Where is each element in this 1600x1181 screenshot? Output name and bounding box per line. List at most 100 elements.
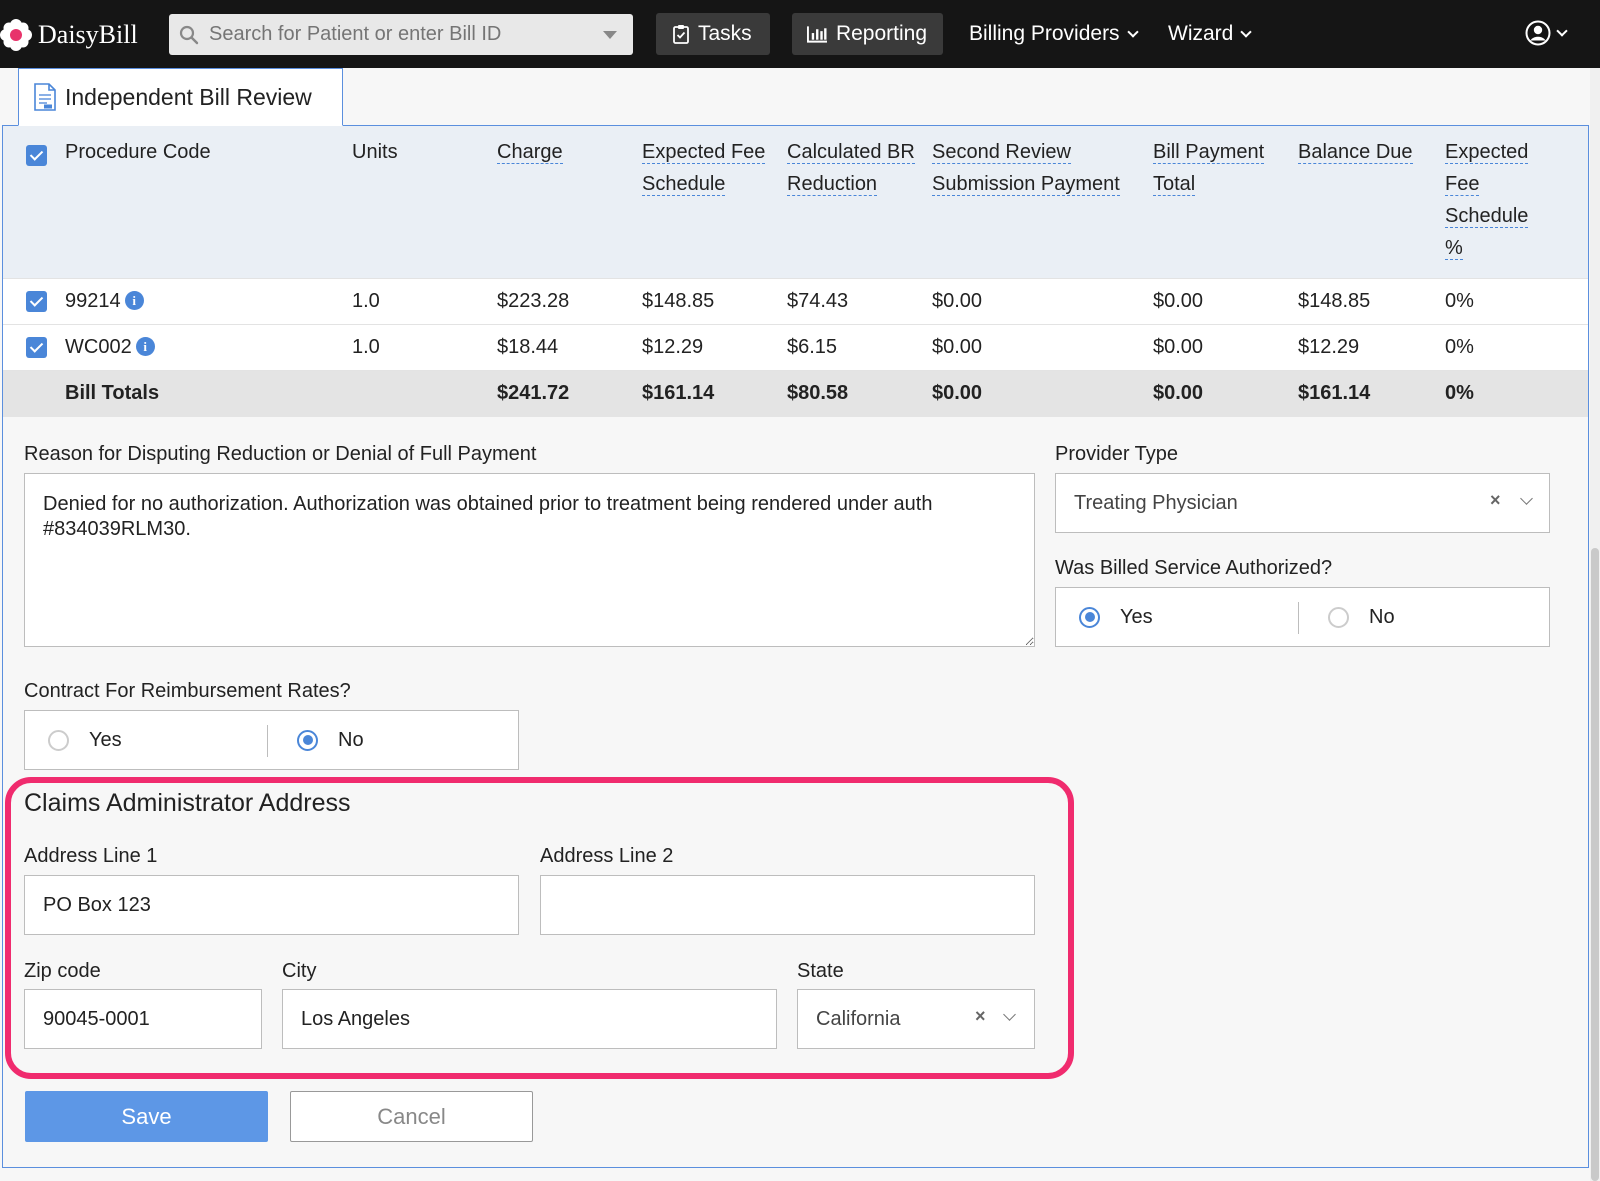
total-bill-payment: $0.00	[1153, 369, 1298, 417]
authorized-no-label: No	[1369, 605, 1395, 628]
procedure-code: WC002	[65, 335, 132, 358]
header-calculated-br-reduction[interactable]: Calculated BR Reduction	[787, 126, 932, 278]
chevron-down-icon	[1556, 24, 1568, 37]
chevron-down-icon[interactable]	[1520, 492, 1533, 505]
provider-type-select[interactable]: Treating Physician ×	[1055, 473, 1550, 533]
header-second-review[interactable]: Second Review Submission Payment	[932, 126, 1153, 278]
zip-label: Zip code	[24, 960, 101, 982]
user-menu[interactable]	[1525, 20, 1568, 46]
state-select[interactable]: California ×	[797, 989, 1035, 1049]
search-input[interactable]	[209, 23, 589, 46]
info-icon[interactable]: i	[124, 290, 144, 310]
header-bill-payment-total[interactable]: Bill Payment Total	[1153, 126, 1298, 278]
balance-due-cell: $12.29	[1298, 323, 1445, 370]
header-balance-due[interactable]: Balance Due	[1298, 126, 1445, 278]
clipboard-check-icon	[673, 25, 689, 44]
authorized-yes-option[interactable]: Yes	[1079, 588, 1153, 646]
radio-yes-selected[interactable]	[1079, 606, 1100, 628]
chevron-down-icon[interactable]	[1003, 1008, 1016, 1021]
total-calc-br: $80.58	[787, 369, 932, 417]
bill-payment-cell: $0.00	[1153, 277, 1298, 324]
charge-cell: $18.44	[497, 323, 642, 370]
balance-due-cell: $148.85	[1298, 277, 1445, 324]
address1-input[interactable]	[24, 875, 519, 935]
wizard-label: Wizard	[1168, 22, 1234, 45]
bar-chart-icon	[807, 26, 827, 43]
reporting-label: Reporting	[835, 22, 927, 45]
units-cell: 1.0	[352, 323, 497, 370]
authorized-no-option[interactable]: No	[1328, 588, 1395, 646]
units-cell: 1.0	[352, 277, 497, 324]
clear-x-icon[interactable]: ×	[975, 1006, 986, 1027]
search-dropdown-caret-icon[interactable]	[603, 31, 617, 39]
radio-divider	[267, 725, 268, 757]
table-header-row: Procedure Code Units Charge Expected Fee…	[3, 126, 1588, 278]
address2-input[interactable]	[540, 875, 1035, 935]
header-expected-fee-schedule[interactable]: Expected Fee Schedule	[642, 126, 787, 278]
authorized-yes-label: Yes	[1120, 605, 1153, 628]
row-checkbox[interactable]	[26, 290, 47, 312]
save-button[interactable]: Save	[25, 1091, 268, 1142]
totals-row: Bill Totals $241.72 $161.14 $80.58 $0.00…	[3, 369, 1588, 417]
info-icon[interactable]: i	[135, 336, 155, 356]
table-row: WC002 i 1.0 $18.44 $12.29 $6.15 $0.00 $0.…	[3, 323, 1588, 370]
tab-label: Independent Bill Review	[65, 83, 312, 110]
tab-independent-bill-review[interactable]: Independent Bill Review	[18, 68, 343, 126]
user-circle-icon	[1525, 20, 1551, 46]
calc-br-cell: $74.43	[787, 277, 932, 324]
wizard-menu[interactable]: Wizard	[1168, 13, 1253, 55]
contract-yes-label: Yes	[89, 728, 122, 751]
procedure-table: Procedure Code Units Charge Expected Fee…	[3, 126, 1588, 417]
billing-providers-menu[interactable]: Billing Providers	[969, 13, 1139, 55]
total-balance-due: $161.14	[1298, 369, 1445, 417]
contract-no-option[interactable]: No	[297, 711, 364, 769]
city-label: City	[282, 960, 317, 982]
app-logo[interactable]: DaisyBill	[0, 18, 138, 52]
tasks-button[interactable]: Tasks	[656, 13, 770, 55]
charge-cell: $223.28	[497, 277, 642, 324]
header-expected-fee-schedule-pct[interactable]: Expected Fee Schedule%	[1445, 126, 1588, 278]
select-all-checkbox[interactable]	[26, 145, 47, 167]
efs-pct-cell: 0%	[1445, 323, 1588, 370]
contract-label: Contract For Reimbursement Rates?	[24, 680, 351, 702]
state-label: State	[797, 960, 844, 982]
contract-yes-option[interactable]: Yes	[48, 711, 122, 769]
chevron-down-icon	[1126, 25, 1139, 38]
expected-fee-cell: $148.85	[642, 277, 787, 324]
total-expected-fee: $161.14	[642, 369, 787, 417]
patient-search[interactable]	[169, 14, 633, 55]
procedure-code: 99214	[65, 289, 121, 312]
totals-label: Bill Totals	[65, 369, 352, 417]
page-scrollbar-thumb[interactable]	[1591, 548, 1599, 1181]
daisy-logo-icon	[0, 19, 32, 51]
address2-label: Address Line 2	[540, 845, 674, 867]
provider-type-value: Treating Physician	[1074, 491, 1238, 514]
expected-fee-cell: $12.29	[642, 323, 787, 370]
radio-no[interactable]	[1328, 606, 1349, 628]
dispute-reason-label: Reason for Disputing Reduction or Denial…	[24, 443, 537, 465]
cancel-button[interactable]: Cancel	[290, 1091, 533, 1142]
radio-no-selected[interactable]	[297, 729, 318, 751]
authorized-label: Was Billed Service Authorized?	[1055, 557, 1333, 579]
row-checkbox[interactable]	[26, 336, 47, 358]
billing-providers-label: Billing Providers	[969, 22, 1120, 45]
total-efs-pct: 0%	[1445, 369, 1588, 417]
header-procedure-code: Procedure Code	[65, 126, 352, 278]
bill-payment-cell: $0.00	[1153, 323, 1298, 370]
header-units: Units	[352, 126, 497, 278]
search-icon	[169, 14, 209, 55]
city-input[interactable]	[282, 989, 777, 1049]
zip-input[interactable]	[24, 989, 262, 1049]
dispute-reason-textarea[interactable]: Denied for no authorization. Authorizati…	[24, 473, 1035, 647]
clear-x-icon[interactable]: ×	[1490, 490, 1501, 511]
header-charge[interactable]: Charge	[497, 126, 642, 278]
chevron-down-icon	[1240, 25, 1253, 38]
radio-yes[interactable]	[48, 729, 69, 751]
efs-pct-cell: 0%	[1445, 277, 1588, 324]
calc-br-cell: $6.15	[787, 323, 932, 370]
provider-type-label: Provider Type	[1055, 443, 1179, 465]
total-second-review: $0.00	[932, 369, 1153, 417]
reporting-button[interactable]: Reporting	[792, 13, 943, 55]
claims-admin-title: Claims Administrator Address	[24, 789, 351, 817]
document-icon	[34, 83, 56, 111]
